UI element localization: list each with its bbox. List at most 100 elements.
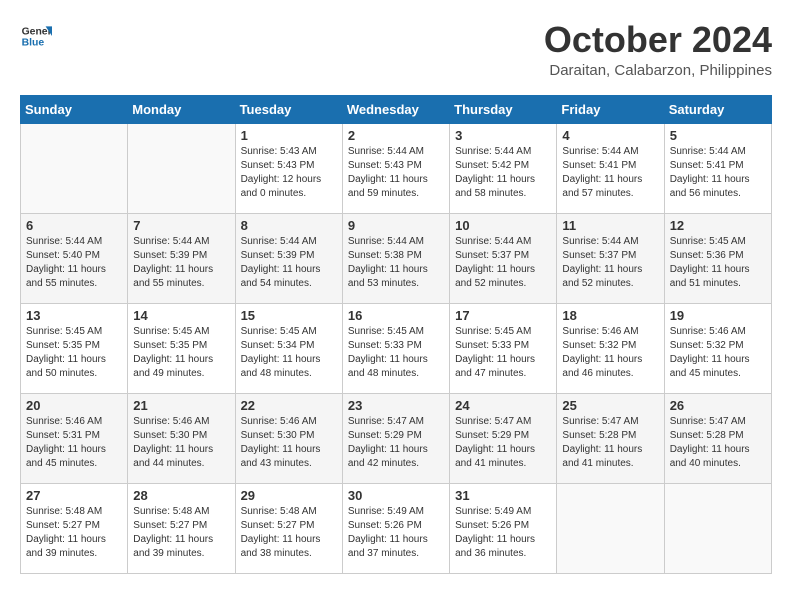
day-number: 22 — [241, 398, 337, 413]
calendar-cell: 7Sunrise: 5:44 AM Sunset: 5:39 PM Daylig… — [128, 213, 235, 303]
day-number: 4 — [562, 128, 658, 143]
day-info: Sunrise: 5:44 AM Sunset: 5:37 PM Dayligh… — [562, 235, 658, 291]
calendar-week-4: 20 Sunrise: 5:46 AM Sunset: 5:31 PM Dayli… — [21, 393, 772, 483]
header-day-monday: Monday — [128, 95, 235, 123]
day-info: Sunrise: 5:49 AM Sunset: 5:26 PM Dayligh… — [348, 505, 444, 561]
calendar-cell: 20 Sunrise: 5:46 AM Sunset: 5:31 PM Dayli… — [21, 393, 128, 483]
day-number: 2 — [348, 128, 444, 143]
calendar-header-row: SundayMondayTuesdayWednesdayThursdayFrid… — [21, 95, 772, 123]
calendar-cell — [557, 483, 664, 573]
day-number: 17 — [455, 308, 551, 323]
day-info: Sunrise: 5:45 AM Sunset: 5:33 PM Dayligh… — [348, 325, 444, 381]
day-info: Sunrise: 5:47 AM Sunset: 5:29 PM Dayligh… — [348, 415, 444, 471]
day-info: Sunrise: 5:47 AM Sunset: 5:28 PM Dayligh… — [670, 415, 766, 471]
day-info: Sunrise: 5:44 AM Sunset: 5:43 PM Dayligh… — [348, 145, 444, 201]
calendar-cell: 14Sunrise: 5:45 AM Sunset: 5:35 PM Dayli… — [128, 303, 235, 393]
day-number: 10 — [455, 218, 551, 233]
day-info: Sunrise: 5:48 AM Sunset: 5:27 PM Dayligh… — [133, 505, 229, 561]
day-number: 18 — [562, 308, 658, 323]
calendar-cell: 24 Sunrise: 5:47 AM Sunset: 5:29 PM Dayli… — [450, 393, 557, 483]
day-number: 12 — [670, 218, 766, 233]
day-number: 9 — [348, 218, 444, 233]
calendar-week-5: 27 Sunrise: 5:48 AM Sunset: 5:27 PM Dayli… — [21, 483, 772, 573]
day-number: 3 — [455, 128, 551, 143]
day-info: Sunrise: 5:46 AM Sunset: 5:30 PM Dayligh… — [241, 415, 337, 471]
day-number: 6 — [26, 218, 122, 233]
calendar-cell: 22 Sunrise: 5:46 AM Sunset: 5:30 PM Dayli… — [235, 393, 342, 483]
calendar-cell: 19Sunrise: 5:46 AM Sunset: 5:32 PM Dayli… — [664, 303, 771, 393]
calendar-cell: 2 Sunrise: 5:44 AM Sunset: 5:43 PM Daylig… — [342, 123, 449, 213]
day-number: 16 — [348, 308, 444, 323]
day-info: Sunrise: 5:49 AM Sunset: 5:26 PM Dayligh… — [455, 505, 551, 561]
day-number: 21 — [133, 398, 229, 413]
day-info: Sunrise: 5:44 AM Sunset: 5:41 PM Dayligh… — [562, 145, 658, 201]
calendar-cell: 16 Sunrise: 5:45 AM Sunset: 5:33 PM Dayli… — [342, 303, 449, 393]
day-info: Sunrise: 5:46 AM Sunset: 5:31 PM Dayligh… — [26, 415, 122, 471]
calendar-cell: 15 Sunrise: 5:45 AM Sunset: 5:34 PM Dayli… — [235, 303, 342, 393]
day-number: 13 — [26, 308, 122, 323]
day-info: Sunrise: 5:47 AM Sunset: 5:28 PM Dayligh… — [562, 415, 658, 471]
svg-text:Blue: Blue — [22, 38, 45, 49]
day-info: Sunrise: 5:44 AM Sunset: 5:37 PM Dayligh… — [455, 235, 551, 291]
day-info: Sunrise: 5:44 AM Sunset: 5:41 PM Dayligh… — [670, 145, 766, 201]
day-info: Sunrise: 5:45 AM Sunset: 5:34 PM Dayligh… — [241, 325, 337, 381]
day-number: 11 — [562, 218, 658, 233]
header-day-wednesday: Wednesday — [342, 95, 449, 123]
day-info: Sunrise: 5:48 AM Sunset: 5:27 PM Dayligh… — [26, 505, 122, 561]
calendar-cell: 29 Sunrise: 5:48 AM Sunset: 5:27 PM Dayli… — [235, 483, 342, 573]
header-day-friday: Friday — [557, 95, 664, 123]
calendar-cell — [21, 123, 128, 213]
day-info: Sunrise: 5:47 AM Sunset: 5:29 PM Dayligh… — [455, 415, 551, 471]
header-day-thursday: Thursday — [450, 95, 557, 123]
day-number: 19 — [670, 308, 766, 323]
calendar-cell: 3 Sunrise: 5:44 AM Sunset: 5:42 PM Daylig… — [450, 123, 557, 213]
day-number: 15 — [241, 308, 337, 323]
day-number: 24 — [455, 398, 551, 413]
calendar-cell: 8Sunrise: 5:44 AM Sunset: 5:39 PM Daylig… — [235, 213, 342, 303]
calendar-cell: 4 Sunrise: 5:44 AM Sunset: 5:41 PM Daylig… — [557, 123, 664, 213]
title-block: October 2024 Daraitan, Calabarzon, Phili… — [544, 20, 772, 79]
calendar-cell: 27 Sunrise: 5:48 AM Sunset: 5:27 PM Dayli… — [21, 483, 128, 573]
calendar-cell — [664, 483, 771, 573]
day-info: Sunrise: 5:44 AM Sunset: 5:39 PM Dayligh… — [241, 235, 337, 291]
day-number: 20 — [26, 398, 122, 413]
day-number: 7 — [133, 218, 229, 233]
calendar-cell: 6 Sunrise: 5:44 AM Sunset: 5:40 PM Daylig… — [21, 213, 128, 303]
calendar-cell: 21 Sunrise: 5:46 AM Sunset: 5:30 PM Dayli… — [128, 393, 235, 483]
header-day-sunday: Sunday — [21, 95, 128, 123]
day-info: Sunrise: 5:44 AM Sunset: 5:42 PM Dayligh… — [455, 145, 551, 201]
header-day-tuesday: Tuesday — [235, 95, 342, 123]
day-number: 30 — [348, 488, 444, 503]
calendar-cell: 13 Sunrise: 5:45 AM Sunset: 5:35 PM Dayli… — [21, 303, 128, 393]
calendar-cell: 17 Sunrise: 5:45 AM Sunset: 5:33 PM Dayli… — [450, 303, 557, 393]
calendar-cell: 5 Sunrise: 5:44 AM Sunset: 5:41 PM Daylig… — [664, 123, 771, 213]
day-number: 25 — [562, 398, 658, 413]
calendar-cell: 26 Sunrise: 5:47 AM Sunset: 5:28 PM Dayli… — [664, 393, 771, 483]
day-info: Sunrise: 5:44 AM Sunset: 5:40 PM Dayligh… — [26, 235, 122, 291]
calendar-cell: 11 Sunrise: 5:44 AM Sunset: 5:37 PM Dayli… — [557, 213, 664, 303]
logo: General Blue — [20, 20, 52, 52]
day-info: Sunrise: 5:45 AM Sunset: 5:33 PM Dayligh… — [455, 325, 551, 381]
day-number: 27 — [26, 488, 122, 503]
calendar-cell: 9 Sunrise: 5:44 AM Sunset: 5:38 PM Daylig… — [342, 213, 449, 303]
calendar-table: SundayMondayTuesdayWednesdayThursdayFrid… — [20, 95, 772, 574]
calendar-cell: 10 Sunrise: 5:44 AM Sunset: 5:37 PM Dayli… — [450, 213, 557, 303]
day-number: 1 — [241, 128, 337, 143]
header-day-saturday: Saturday — [664, 95, 771, 123]
day-number: 5 — [670, 128, 766, 143]
day-info: Sunrise: 5:46 AM Sunset: 5:30 PM Dayligh… — [133, 415, 229, 471]
day-info: Sunrise: 5:45 AM Sunset: 5:36 PM Dayligh… — [670, 235, 766, 291]
calendar-week-3: 13 Sunrise: 5:45 AM Sunset: 5:35 PM Dayli… — [21, 303, 772, 393]
day-number: 29 — [241, 488, 337, 503]
day-number: 26 — [670, 398, 766, 413]
calendar-week-2: 6 Sunrise: 5:44 AM Sunset: 5:40 PM Daylig… — [21, 213, 772, 303]
day-info: Sunrise: 5:45 AM Sunset: 5:35 PM Dayligh… — [26, 325, 122, 381]
calendar-cell: 12 Sunrise: 5:45 AM Sunset: 5:36 PM Dayli… — [664, 213, 771, 303]
day-info: Sunrise: 5:44 AM Sunset: 5:38 PM Dayligh… — [348, 235, 444, 291]
location: Daraitan, Calabarzon, Philippines — [544, 62, 772, 79]
day-number: 14 — [133, 308, 229, 323]
calendar-cell: 25 Sunrise: 5:47 AM Sunset: 5:28 PM Dayli… — [557, 393, 664, 483]
calendar-cell: 30 Sunrise: 5:49 AM Sunset: 5:26 PM Dayli… — [342, 483, 449, 573]
day-info: Sunrise: 5:46 AM Sunset: 5:32 PM Dayligh… — [562, 325, 658, 381]
day-info: Sunrise: 5:48 AM Sunset: 5:27 PM Dayligh… — [241, 505, 337, 561]
